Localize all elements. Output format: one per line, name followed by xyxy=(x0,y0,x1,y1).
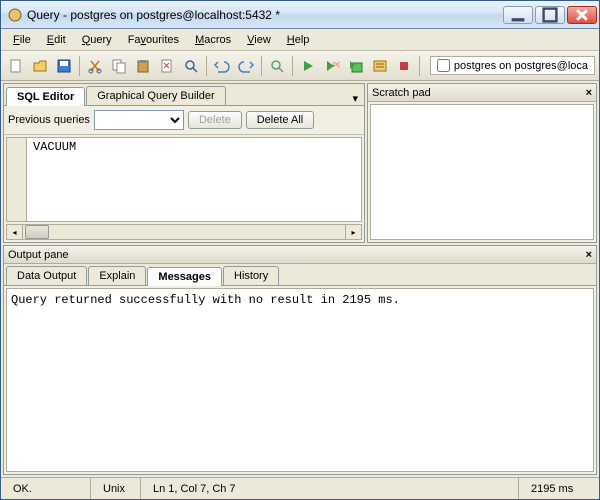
cancel-icon[interactable] xyxy=(393,55,415,77)
menubar: File Edit Query Favourites Macros View H… xyxy=(1,29,599,51)
horizontal-scrollbar[interactable]: ◂ ▸ xyxy=(6,224,362,240)
new-icon[interactable] xyxy=(5,55,27,77)
menu-query[interactable]: Query xyxy=(74,32,120,48)
search-icon[interactable] xyxy=(266,55,288,77)
editor-gutter xyxy=(7,138,27,221)
tab-data-output[interactable]: Data Output xyxy=(6,266,87,285)
status-mode: Unix xyxy=(91,478,141,499)
scroll-left-icon[interactable]: ◂ xyxy=(7,225,23,239)
tab-history[interactable]: History xyxy=(223,266,279,285)
execute-file-icon[interactable] xyxy=(345,55,367,77)
close-button[interactable] xyxy=(567,6,597,24)
menu-view[interactable]: View xyxy=(239,32,279,48)
window-title: Query - postgres on postgres@localhost:5… xyxy=(27,8,503,22)
sql-editor[interactable]: VACUUM xyxy=(6,137,362,222)
paste-icon[interactable] xyxy=(132,55,154,77)
editor-content[interactable]: VACUUM xyxy=(27,138,361,221)
toolbar: PG postgres on postgres@loca xyxy=(1,51,599,81)
undo-icon[interactable] xyxy=(211,55,233,77)
connection-checkbox[interactable] xyxy=(437,59,450,72)
copy-icon[interactable] xyxy=(108,55,130,77)
tab-graphical-builder[interactable]: Graphical Query Builder xyxy=(86,86,225,105)
open-icon[interactable] xyxy=(29,55,51,77)
maximize-button[interactable] xyxy=(535,6,565,24)
explain-icon[interactable] xyxy=(369,55,391,77)
app-icon xyxy=(7,7,23,23)
clear-icon[interactable] xyxy=(156,55,178,77)
execute-icon[interactable] xyxy=(297,55,319,77)
scroll-right-icon[interactable]: ▸ xyxy=(345,225,361,239)
status-time: 2195 ms xyxy=(519,478,599,499)
connection-selector[interactable]: postgres on postgres@loca xyxy=(430,56,595,75)
tab-messages[interactable]: Messages xyxy=(147,267,222,286)
menu-help[interactable]: Help xyxy=(279,32,318,48)
status-ok: OK. xyxy=(1,478,91,499)
scroll-thumb[interactable] xyxy=(25,225,49,239)
output-close-icon[interactable]: × xyxy=(586,249,592,261)
sql-editor-panel: SQL Editor Graphical Query Builder ▾ Pre… xyxy=(3,83,365,243)
svg-text:PG: PG xyxy=(333,63,340,69)
tab-explain[interactable]: Explain xyxy=(88,266,146,285)
previous-queries-select[interactable] xyxy=(94,110,184,130)
output-pane: Output pane × Data Output Explain Messag… xyxy=(3,245,597,475)
delete-button[interactable]: Delete xyxy=(188,111,242,129)
redo-icon[interactable] xyxy=(235,55,257,77)
output-pane-title: Output pane xyxy=(8,249,69,261)
cut-icon[interactable] xyxy=(84,55,106,77)
statusbar: OK. Unix Ln 1, Col 7, Ch 7 2195 ms xyxy=(1,477,599,499)
scratch-pad-title: Scratch pad xyxy=(372,87,431,99)
minimize-button[interactable] xyxy=(503,6,533,24)
titlebar: Query - postgres on postgres@localhost:5… xyxy=(1,1,599,29)
tab-dropdown-icon[interactable]: ▾ xyxy=(348,92,362,105)
status-position: Ln 1, Col 7, Ch 7 xyxy=(141,478,519,499)
delete-all-button[interactable]: Delete All xyxy=(246,111,314,129)
menu-file[interactable]: File xyxy=(5,32,39,48)
tab-sql-editor[interactable]: SQL Editor xyxy=(6,87,85,106)
menu-edit[interactable]: Edit xyxy=(39,32,74,48)
save-icon[interactable] xyxy=(53,55,75,77)
scratch-close-icon[interactable]: × xyxy=(586,87,592,99)
execute-pgscript-icon[interactable]: PG xyxy=(321,55,343,77)
previous-queries-label: Previous queries xyxy=(8,114,90,126)
scratch-pad-panel: Scratch pad × xyxy=(367,83,597,243)
menu-macros[interactable]: Macros xyxy=(187,32,239,48)
find-icon[interactable] xyxy=(180,55,202,77)
menu-favourites[interactable]: Favourites xyxy=(120,32,187,48)
scratch-pad-textarea[interactable] xyxy=(370,104,594,240)
output-messages[interactable]: Query returned successfully with no resu… xyxy=(6,288,594,472)
